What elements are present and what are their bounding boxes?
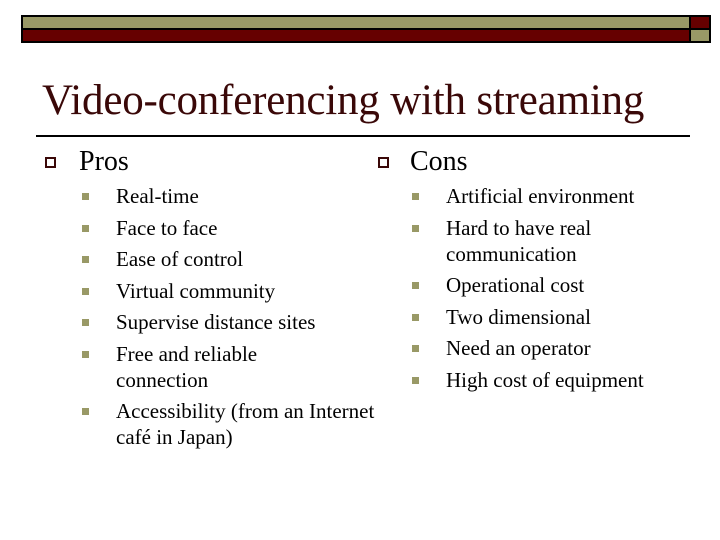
- list-item-text: Face to face: [116, 215, 218, 240]
- cons-heading: Cons: [410, 146, 468, 177]
- filled-square-bullet-icon: [412, 224, 419, 232]
- list-item: Real-time: [82, 183, 372, 209]
- list-item-text: Real-time: [116, 184, 199, 208]
- list-item-text: Ease of control: [116, 247, 244, 271]
- filled-square-bullet-icon: [412, 282, 419, 289]
- filled-square-bullet-icon: [412, 313, 419, 321]
- cons-list: Artificial environment Hard to have real…: [412, 183, 712, 398]
- list-item-text: Two dimensional: [446, 304, 591, 329]
- list-item: Hard to have real communication: [412, 215, 646, 267]
- list-item: Free and reliable connection: [82, 341, 336, 393]
- list-item-text: Operational cost: [446, 273, 585, 297]
- list-item: Supervise distance sites: [82, 309, 372, 335]
- filled-square-bullet-icon: [412, 193, 419, 200]
- list-item-text: Artificial environment: [446, 184, 635, 208]
- title-underline-divider: [36, 135, 690, 137]
- slide-title: Video-conferencing with streaming: [42, 77, 645, 124]
- list-item: Ease of control: [82, 246, 372, 272]
- filled-square-bullet-icon: [82, 287, 89, 295]
- list-item: Operational cost: [412, 272, 712, 298]
- header-corner-olive-square: [691, 30, 709, 41]
- list-item-text: Accessibility (from an Internet café in …: [116, 399, 375, 449]
- list-item-text: Need an operator: [446, 336, 591, 360]
- header-band-olive-stripe: [23, 17, 689, 28]
- header-band-red-stripe: [23, 30, 689, 41]
- filled-square-bullet-icon: [412, 376, 419, 384]
- hollow-square-bullet-icon: [45, 157, 56, 168]
- list-item: High cost of equipment: [412, 367, 712, 393]
- header-decoration-band: [21, 15, 711, 43]
- filled-square-bullet-icon: [412, 345, 419, 352]
- list-item: Artificial environment: [412, 183, 712, 209]
- list-item: Virtual community: [82, 278, 372, 304]
- filled-square-bullet-icon: [82, 319, 89, 326]
- filled-square-bullet-icon: [82, 350, 89, 358]
- list-item-text: Hard to have real communication: [446, 215, 592, 266]
- list-item: Two dimensional: [412, 304, 712, 330]
- list-item-text: High cost of equipment: [446, 367, 644, 392]
- filled-square-bullet-icon: [82, 224, 89, 232]
- hollow-square-bullet-icon: [378, 157, 389, 168]
- filled-square-bullet-icon: [82, 408, 89, 415]
- list-item-text: Supervise distance sites: [116, 310, 316, 334]
- filled-square-bullet-icon: [82, 256, 89, 263]
- list-item: Need an operator: [412, 335, 712, 361]
- list-item: Accessibility (from an Internet café in …: [82, 398, 376, 450]
- pros-list: Real-time Face to face Ease of control V…: [82, 183, 374, 456]
- header-corner-red-square: [691, 17, 709, 28]
- list-item: Face to face: [82, 215, 372, 241]
- filled-square-bullet-icon: [82, 193, 89, 200]
- pros-heading: Pros: [79, 146, 129, 177]
- list-item-text: Virtual community: [116, 278, 276, 303]
- list-item-text: Free and reliable connection: [116, 341, 258, 392]
